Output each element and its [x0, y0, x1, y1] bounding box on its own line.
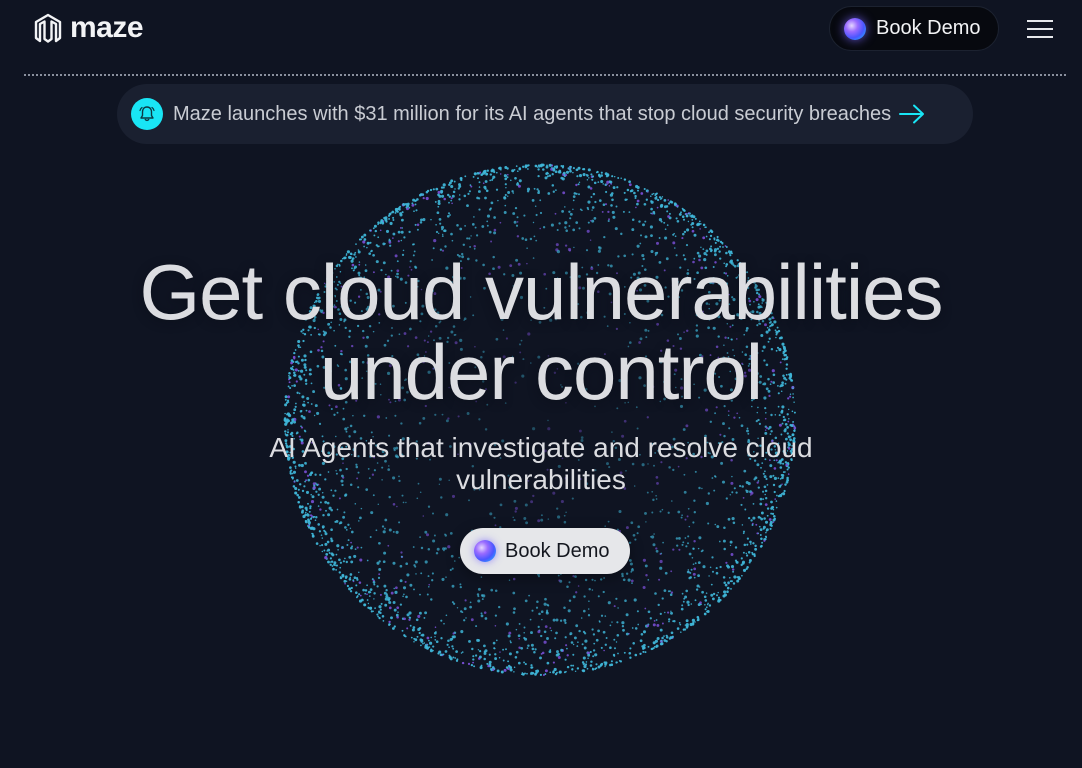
page: maze Book Demo Maze launches with $31 mi… — [0, 0, 1082, 768]
hero-title-line-2: under control — [319, 328, 763, 416]
book-demo-nav-label: Book Demo — [876, 17, 981, 39]
book-demo-hero-label: Book Demo — [505, 539, 610, 562]
hero-subtitle-line-2: vulnerabilities — [456, 464, 626, 495]
maze-logo[interactable]: maze — [32, 11, 144, 44]
bell-icon — [131, 98, 163, 130]
maze-logo-icon — [34, 13, 62, 43]
site-header: maze Book Demo — [0, 0, 1082, 58]
hero-title-line-1: Get cloud vulnerabilities — [139, 248, 943, 336]
hamburger-menu-icon[interactable] — [1027, 16, 1055, 40]
gradient-orb-icon — [474, 540, 496, 562]
announcement-banner[interactable]: Maze launches with $31 million for its A… — [117, 84, 973, 144]
particle-globe — [283, 163, 797, 677]
book-demo-hero-button[interactable]: Book Demo — [460, 528, 630, 574]
announcement-text: Maze launches with $31 million for its A… — [173, 102, 892, 125]
hero-subtitle-line-1: AI Agents that investigate and resolve c… — [269, 432, 813, 463]
hero-subtitle: AI Agents that investigate and resolve c… — [0, 432, 1082, 496]
arrow-right-icon — [899, 104, 925, 124]
book-demo-nav-button[interactable]: Book Demo — [829, 6, 999, 51]
logo-text: maze — [70, 11, 144, 44]
gradient-orb-icon — [844, 17, 866, 40]
hero-title: Get cloud vulnerabilities under control — [0, 252, 1082, 412]
header-divider — [24, 74, 1066, 76]
